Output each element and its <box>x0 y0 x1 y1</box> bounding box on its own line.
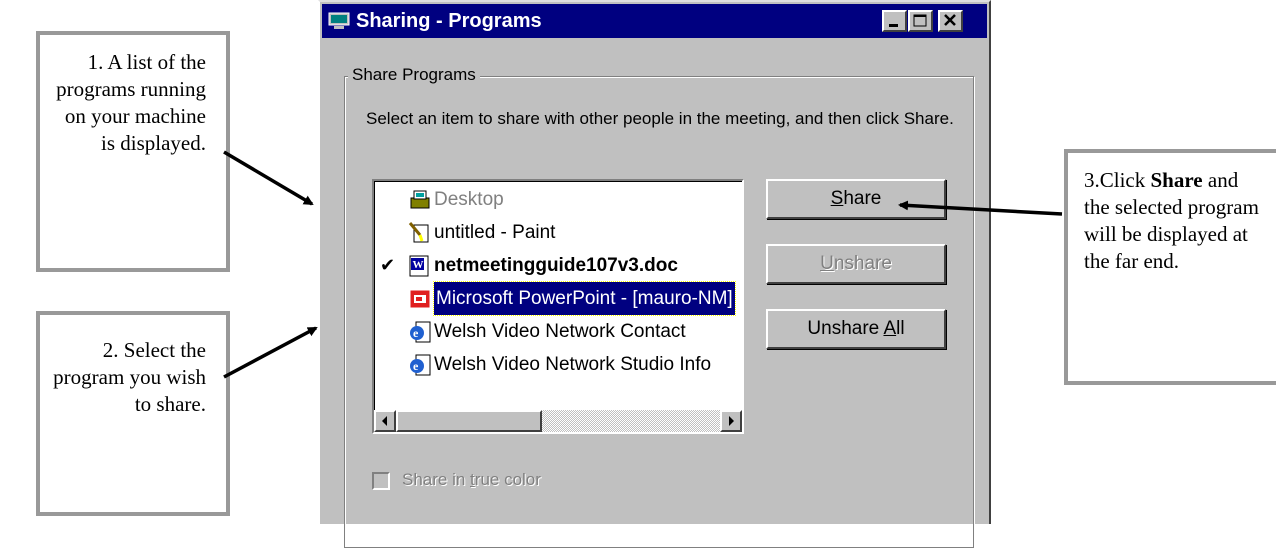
list-item-label: untitled - Paint <box>434 222 556 243</box>
share-true-color-checkbox[interactable] <box>372 472 390 490</box>
list-item[interactable]: Desktop <box>376 183 742 216</box>
svg-text:W: W <box>413 259 424 271</box>
callout-step-1-text: 1. A list of the programs running on you… <box>56 50 206 155</box>
ie-icon: e <box>410 354 431 376</box>
window-title: Sharing - Programs <box>356 10 542 32</box>
list-item-label: netmeetingguide107v3.doc <box>434 255 678 276</box>
list-item[interactable]: e Welsh Video Network Studio Info <box>376 348 742 381</box>
arrow-right-icon <box>729 416 734 426</box>
group-label: Share Programs <box>348 65 480 85</box>
maximize-button[interactable] <box>908 10 933 32</box>
svg-text:e: e <box>413 359 419 373</box>
desktop-icon <box>410 190 430 209</box>
callout-step-2-text: 2. Select the program you wish to share. <box>53 338 206 416</box>
list-item[interactable]: ✔ W netmeetingguide107v3.doc <box>376 249 742 282</box>
unshare-all-button[interactable]: Unshare All <box>766 309 946 349</box>
ie-icon: e <box>410 321 431 343</box>
callout-step-2: 2. Select the program you wish to share. <box>36 311 230 516</box>
scroll-thumb[interactable] <box>396 410 542 432</box>
list-item-label: Microsoft PowerPoint - [mauro-NM] <box>433 281 736 316</box>
callout-step-1: 1. A list of the programs running on you… <box>36 31 230 272</box>
list-item-label: Welsh Video Network Studio Info <box>434 354 712 375</box>
svg-text:e: e <box>413 326 419 340</box>
sharing-programs-window: Sharing - Programs Share Programs Select… <box>318 0 991 548</box>
list-item[interactable]: untitled - Paint <box>376 216 742 249</box>
minimize-button[interactable] <box>882 10 907 32</box>
powerpoint-icon <box>409 289 431 309</box>
sharing-app-icon <box>328 12 350 29</box>
maximize-icon <box>913 14 927 27</box>
arrow-to-list <box>223 150 314 206</box>
share-true-color-label: Share in true color <box>402 470 541 489</box>
list-item[interactable]: Microsoft PowerPoint - [mauro-NM] <box>376 281 742 316</box>
unshare-button[interactable]: Unshare <box>766 244 946 284</box>
callout-step-3: 3.Click Share and the selected program w… <box>1064 149 1276 385</box>
list-item[interactable]: e Welsh Video Network Contact <box>376 315 742 348</box>
arrow-left-icon <box>382 416 387 426</box>
instructions-text: Select an item to share with other peopl… <box>366 109 954 128</box>
arrow-to-selected-item <box>223 326 318 379</box>
share-button[interactable]: Share <box>766 179 946 219</box>
programs-listbox[interactable]: Desktop untitled - Paint ✔ W netmeetingg… <box>372 179 744 434</box>
scroll-right-button[interactable] <box>720 410 742 432</box>
callout-step-3-bold: Share <box>1150 168 1203 192</box>
horizontal-scrollbar[interactable] <box>374 410 742 432</box>
close-button[interactable] <box>938 10 963 32</box>
list-item-label: Desktop <box>434 189 504 210</box>
word-icon: W <box>409 255 429 277</box>
scroll-left-button[interactable] <box>374 410 396 432</box>
title-bar[interactable]: Sharing - Programs <box>322 4 987 38</box>
paint-icon <box>408 222 429 243</box>
close-icon <box>944 14 956 26</box>
list-item-label: Welsh Video Network Contact <box>434 321 686 342</box>
shared-checkmark: ✔ <box>380 255 396 275</box>
callout-step-3-pre: 3.Click <box>1084 168 1151 192</box>
minimize-icon <box>889 24 898 27</box>
